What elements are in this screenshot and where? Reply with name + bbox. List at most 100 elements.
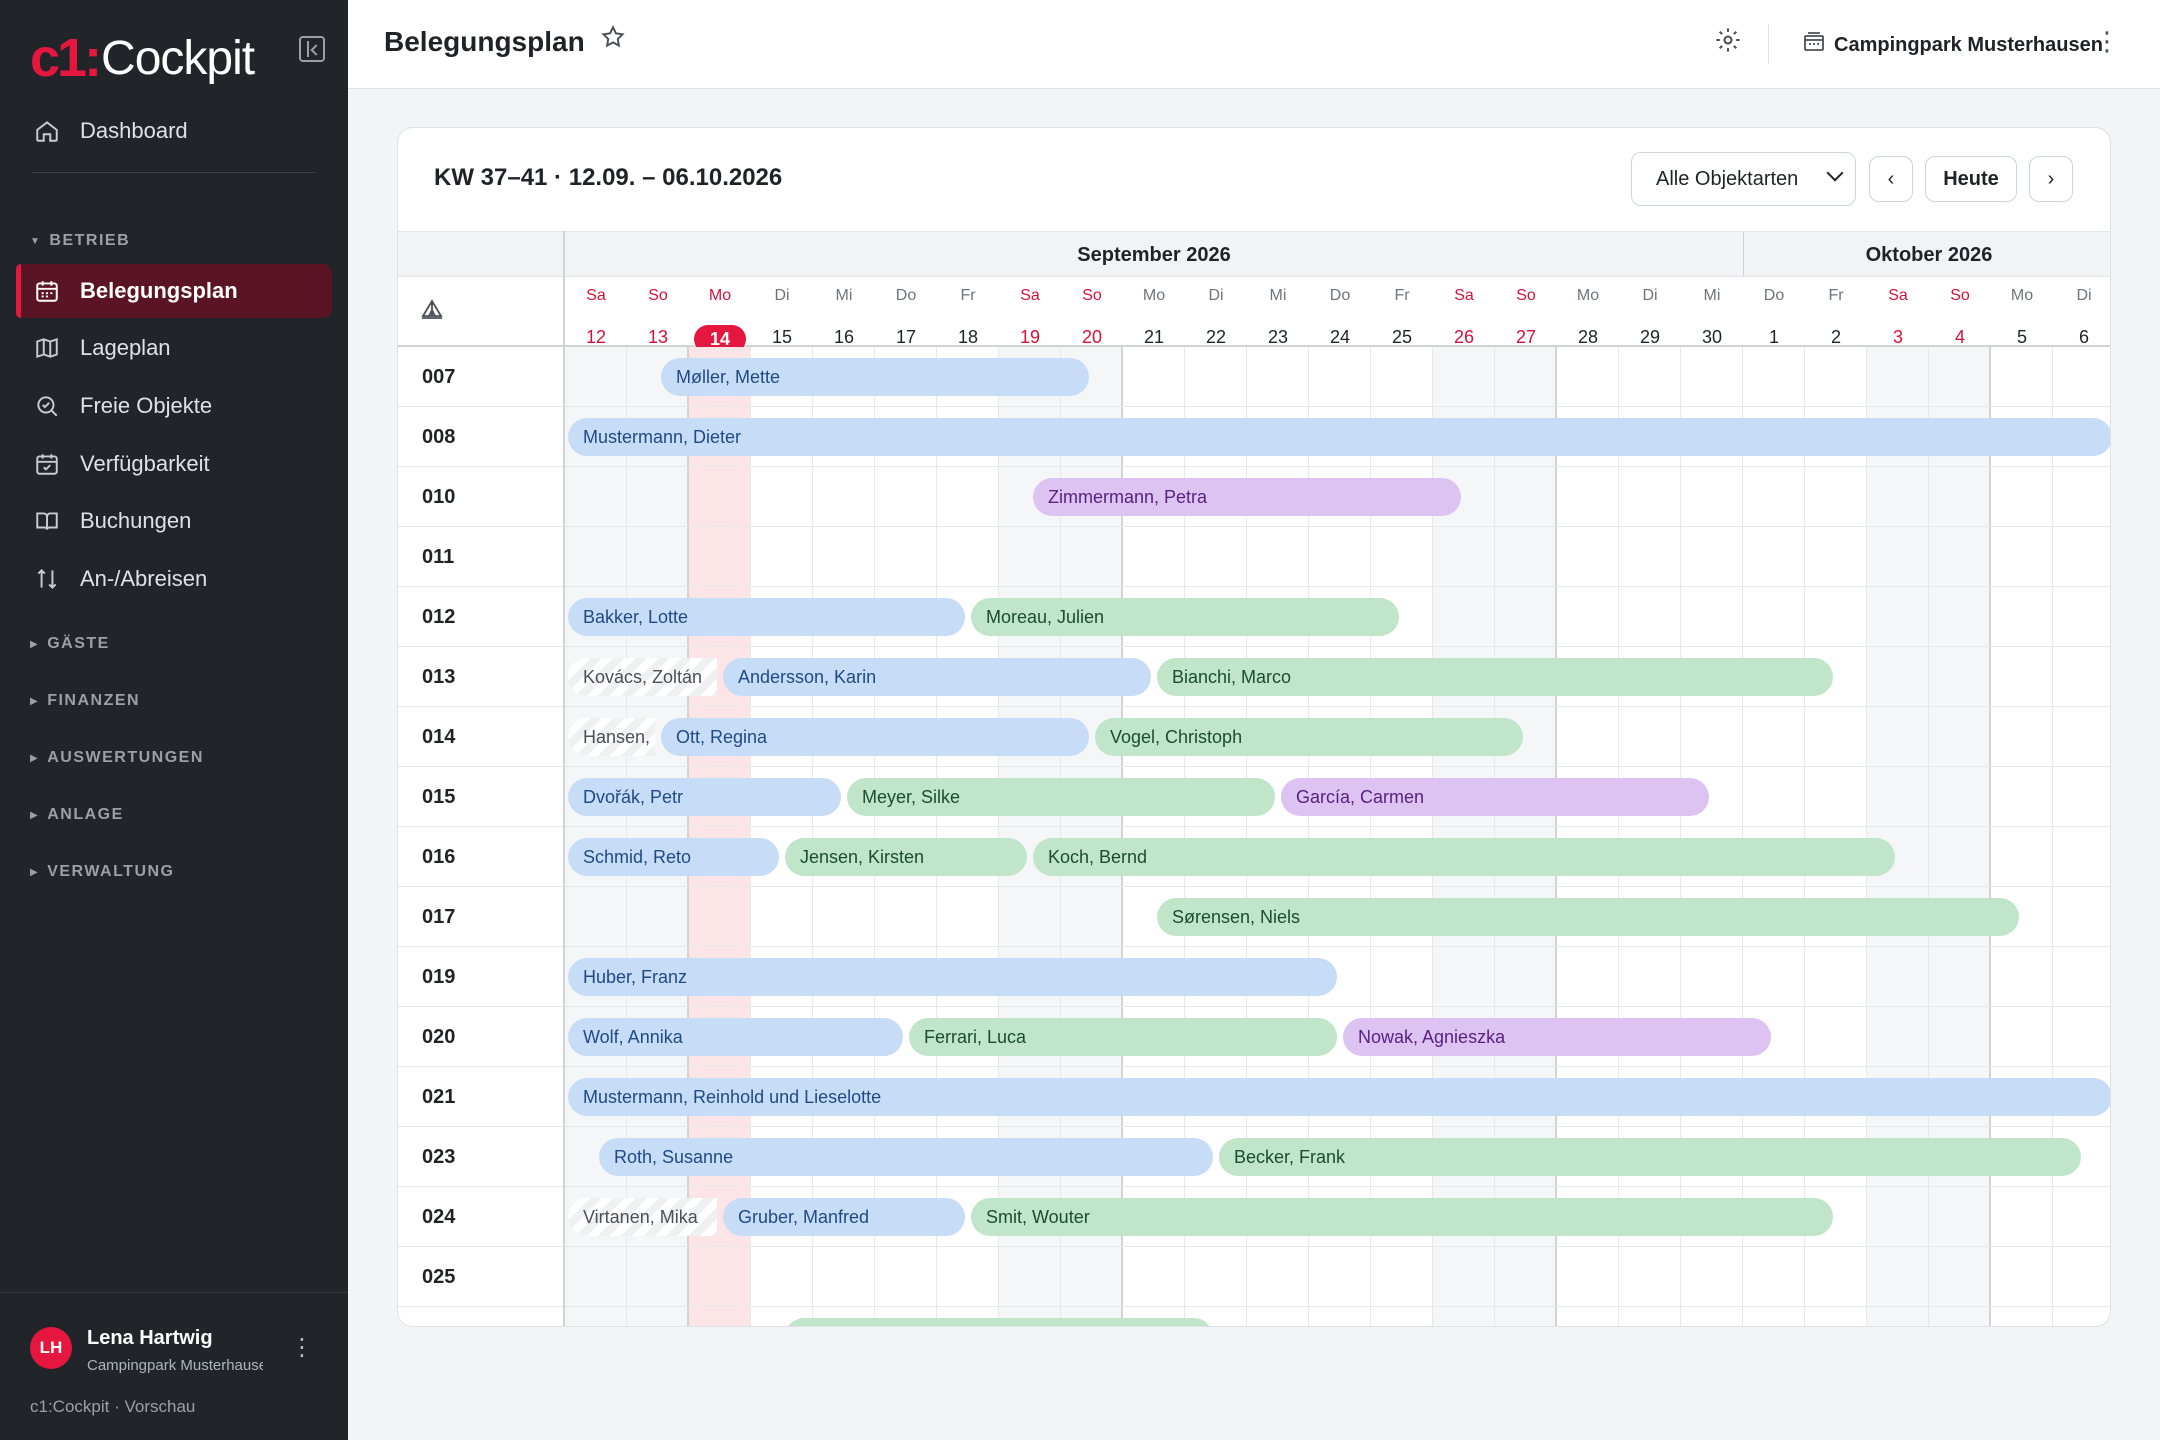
- table-row: 024 Virtanen, Mika Gruber, Manfred Smit, Wo…: [398, 1187, 2110, 1247]
- day-header-cell: Mo 21: [1123, 277, 1185, 347]
- object-label[interactable]: 020: [422, 1007, 455, 1067]
- booking-bar[interactable]: Wolf, Annika: [568, 1018, 903, 1056]
- today-button[interactable]: Heute: [1925, 156, 2017, 202]
- booking-bar[interactable]: Ott, Regina: [661, 718, 1089, 756]
- weekday-label: Di: [2076, 287, 2092, 304]
- star-icon[interactable]: [600, 24, 626, 57]
- booking-bar[interactable]: Gruber, Manfred: [723, 1198, 965, 1236]
- sidebar-item-verfuegbarkeit[interactable]: Verfügbarkeit: [16, 437, 332, 491]
- booking-bar[interactable]: [785, 1318, 1213, 1326]
- campsite-selector[interactable]: Campingpark Musterhausen: [1802, 30, 2103, 60]
- booking-bar[interactable]: Huber, Franz: [568, 958, 1337, 996]
- table-row: 012 Bakker, Lotte Moreau, Julien: [398, 587, 2110, 647]
- booking-bar[interactable]: Ferrari, Luca: [909, 1018, 1337, 1056]
- section-label: FINANZEN: [47, 692, 141, 709]
- booking-bar[interactable]: Bakker, Lotte: [568, 598, 965, 636]
- booking-bar[interactable]: Nowak, Agnieszka: [1343, 1018, 1771, 1056]
- booking-bar[interactable]: Bianchi, Marco: [1157, 658, 1833, 696]
- sidebar-item-an-abreisen[interactable]: An-/Abreisen: [16, 552, 332, 606]
- booking-bar[interactable]: Moreau, Julien: [971, 598, 1399, 636]
- month-label: September 2026: [1077, 243, 1231, 266]
- object-label[interactable]: 007: [422, 347, 455, 407]
- arrows-updown-icon: [34, 566, 60, 592]
- sidebar-divider: [32, 172, 316, 173]
- booking-bar[interactable]: Mustermann, Reinhold und Lieselotte: [568, 1078, 2110, 1116]
- more-vertical-icon[interactable]: ⋮: [2094, 26, 2120, 57]
- avatar[interactable]: LH: [30, 1327, 72, 1369]
- object-label[interactable]: 019: [422, 947, 455, 1007]
- booking-bar[interactable]: Smit, Wouter: [971, 1198, 1833, 1236]
- sidebar-collapse-icon[interactable]: [299, 36, 325, 62]
- section-verwaltung[interactable]: ▶ VERWALTUNG: [30, 863, 175, 881]
- occupancy-grid: September 2026 Oktober 2026 Sa 12 So 13 Mo 14…: [398, 231, 2110, 1326]
- day-header-cell: Do 17: [875, 277, 937, 347]
- weekday-label: Di: [1208, 287, 1224, 304]
- booking-bar[interactable]: Virtanen, Mika: [568, 1198, 717, 1236]
- object-label[interactable]: 014: [422, 707, 455, 767]
- next-button[interactable]: ›: [2029, 156, 2073, 202]
- gear-icon[interactable]: [1714, 26, 1742, 62]
- section-gaeste[interactable]: ▶ GÄSTE: [30, 635, 110, 653]
- booking-bar[interactable]: Kovács, Zoltán: [568, 658, 717, 696]
- object-label[interactable]: 011: [422, 527, 454, 587]
- section-auswertungen[interactable]: ▶ AUSWERTUNGEN: [30, 749, 204, 767]
- sidebar-item-freie-objekte[interactable]: Freie Objekte: [16, 379, 332, 433]
- booking-bar[interactable]: Meyer, Silke: [847, 778, 1275, 816]
- caret-right-icon: ▶: [30, 638, 40, 650]
- object-label[interactable]: 013: [422, 647, 455, 707]
- booking-bar[interactable]: Sørensen, Niels: [1157, 898, 2019, 936]
- day-header-cell: Mo 28: [1557, 277, 1619, 347]
- section-finanzen[interactable]: ▶ FINANZEN: [30, 692, 140, 710]
- app-logo[interactable]: c1: Cockpit: [30, 28, 255, 88]
- section-betrieb[interactable]: ▼ BETRIEB: [30, 232, 130, 250]
- booking-bar[interactable]: Hansen, Ole: [568, 718, 655, 756]
- booking-bar[interactable]: Dvořák, Petr: [568, 778, 841, 816]
- day-header-cell: Do 24: [1309, 277, 1371, 347]
- object-label[interactable]: 015: [422, 767, 455, 827]
- section-anlage[interactable]: ▶ ANLAGE: [30, 806, 124, 824]
- object-label[interactable]: 025: [422, 1247, 455, 1307]
- booking-bar[interactable]: Vogel, Christoph: [1095, 718, 1523, 756]
- table-row: 017 Sørensen, Niels: [398, 887, 2110, 947]
- booking-bar[interactable]: Møller, Mette: [661, 358, 1089, 396]
- prev-button[interactable]: ‹: [1869, 156, 1913, 202]
- more-vertical-icon[interactable]: ⋮: [290, 1333, 314, 1362]
- table-row: 007 Møller, Mette: [398, 347, 2110, 407]
- sidebar-item-lageplan[interactable]: Lageplan: [16, 321, 332, 375]
- day-number: 24: [1329, 327, 1351, 347]
- sidebar: c1: Cockpit Dashboard ▼ BETRIEB Belegungs…: [0, 0, 348, 1440]
- booking-bar[interactable]: García, Carmen: [1281, 778, 1709, 816]
- object-label[interactable]: 017: [422, 887, 455, 947]
- day-header-cell: Fr 18: [937, 277, 999, 347]
- object-label[interactable]: 023: [422, 1127, 455, 1187]
- booking-bar[interactable]: Jensen, Kirsten: [785, 838, 1027, 876]
- object-label[interactable]: 008: [422, 407, 455, 467]
- day-header-cell: So 13: [627, 277, 689, 347]
- object-label[interactable]: 012: [422, 587, 455, 647]
- day-number: 1: [1768, 327, 1779, 347]
- table-row: [398, 1307, 2110, 1326]
- booking-bar[interactable]: Roth, Susanne: [599, 1138, 1213, 1176]
- booking-bar[interactable]: Becker, Frank: [1219, 1138, 2081, 1176]
- object-label[interactable]: 010: [422, 467, 455, 527]
- day-header-cell: Mi 30: [1681, 277, 1743, 347]
- weekday-label: Mi: [1269, 287, 1287, 304]
- day-header-cell: Di 15: [751, 277, 813, 347]
- sidebar-item-dashboard[interactable]: Dashboard: [16, 104, 332, 158]
- booking-bar[interactable]: Andersson, Karin: [723, 658, 1151, 696]
- booking-bar[interactable]: Schmid, Reto: [568, 838, 779, 876]
- object-type-select[interactable]: Alle Objektarten: [1631, 152, 1856, 206]
- day-header-cell: Fr 25: [1371, 277, 1433, 347]
- object-label[interactable]: 024: [422, 1187, 455, 1247]
- object-label[interactable]: 021: [422, 1067, 455, 1127]
- sidebar-item-belegungsplan[interactable]: Belegungsplan: [16, 264, 332, 318]
- booking-bar[interactable]: Zimmermann, Petra: [1033, 478, 1461, 516]
- object-label[interactable]: 016: [422, 827, 455, 887]
- sidebar-item-buchungen[interactable]: Buchungen: [16, 494, 332, 548]
- weekday-label: Di: [1642, 287, 1658, 304]
- booking-bar[interactable]: Koch, Bernd: [1033, 838, 1895, 876]
- section-label: AUSWERTUNGEN: [47, 749, 204, 766]
- day-header-cell: Sa 26: [1433, 277, 1495, 347]
- booking-bar[interactable]: Mustermann, Dieter: [568, 418, 2110, 456]
- user-org: Campingpark Musterhausen: [87, 1357, 263, 1374]
